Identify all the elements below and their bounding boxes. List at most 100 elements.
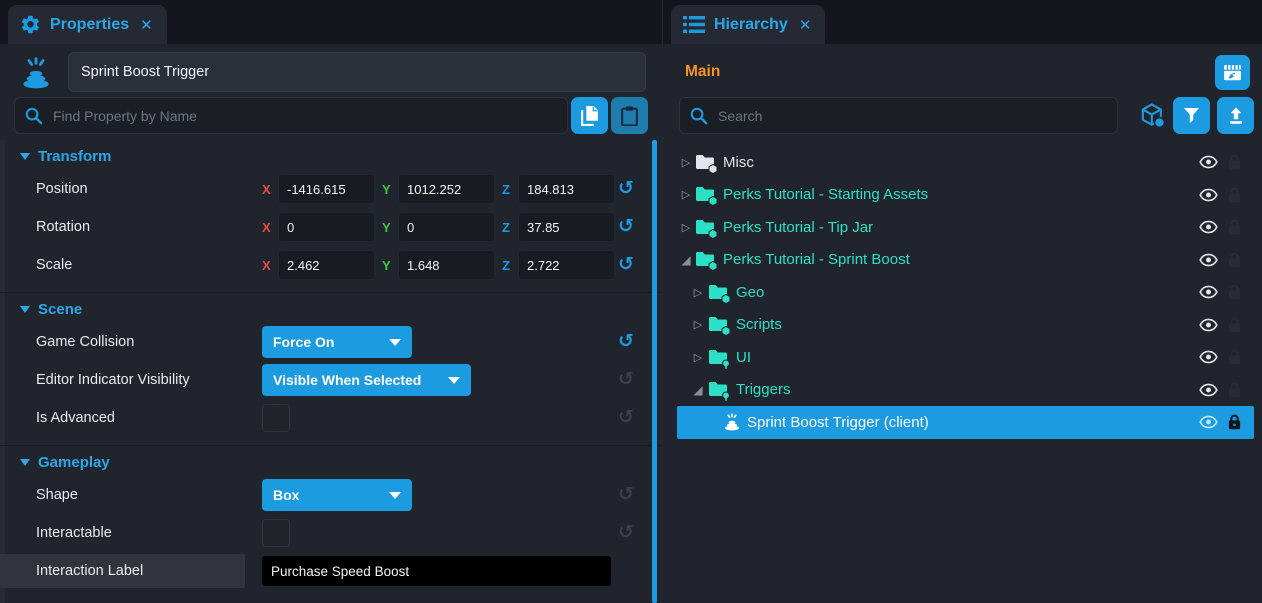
position-x-input[interactable] <box>278 174 375 204</box>
chevron-expanded-icon[interactable]: ◢ <box>680 253 692 267</box>
upload-button[interactable] <box>1217 97 1254 134</box>
position-y-input[interactable] <box>398 174 495 204</box>
chevron-right-icon[interactable]: ▷ <box>680 188 692 201</box>
copy-properties-button[interactable] <box>571 97 608 134</box>
property-row-game-collision: Game Collision Force On ↺ <box>0 323 662 361</box>
tree-item-geo[interactable]: ▷ Geo <box>677 276 1254 309</box>
reset-icon[interactable]: ↺ <box>618 408 634 427</box>
search-icon <box>24 106 43 125</box>
lock-locked-icon[interactable] <box>1228 414 1241 430</box>
tree-item-triggers[interactable]: ◢ Triggers <box>677 374 1254 407</box>
lock-icon[interactable] <box>1228 187 1241 203</box>
property-label: Editor Indicator Visibility <box>36 372 262 388</box>
rotation-z-input[interactable] <box>518 212 615 242</box>
pin-badge-icon <box>721 359 731 369</box>
cube-badge-icon <box>708 164 718 174</box>
find-property-input[interactable] <box>14 97 568 134</box>
section-gameplay-header[interactable]: Gameplay <box>0 448 662 476</box>
reset-icon[interactable]: ↺ <box>618 523 634 542</box>
dropdown-value: Visible When Selected <box>273 372 421 388</box>
eye-icon[interactable] <box>1199 383 1218 397</box>
tree-item-sprint-boost-trigger-client[interactable]: Sprint Boost Trigger (client) <box>677 406 1254 439</box>
reset-icon[interactable]: ↺ <box>618 485 634 504</box>
eye-icon[interactable] <box>1199 220 1218 234</box>
cube-badge-icon <box>708 261 718 271</box>
lock-icon[interactable] <box>1228 349 1241 365</box>
scene-name-label: Main <box>685 63 720 81</box>
filter-icon <box>1183 107 1200 124</box>
section-transform-header[interactable]: Transform <box>0 142 662 170</box>
eye-icon[interactable] <box>1199 253 1218 267</box>
chevron-right-icon[interactable]: ▷ <box>680 156 692 169</box>
property-label: Interaction Label <box>36 563 262 579</box>
axis-z-label: Z <box>502 258 518 273</box>
eye-icon[interactable] <box>1199 285 1218 299</box>
chevron-right-icon[interactable]: ▷ <box>692 318 704 331</box>
rotation-x-input[interactable] <box>278 212 375 242</box>
scale-z-input[interactable] <box>518 250 615 280</box>
game-collision-dropdown[interactable]: Force On <box>262 326 412 358</box>
tab-hierarchy[interactable]: Hierarchy ✕ <box>671 5 825 44</box>
property-row-scale: Scale X Y Z ↺ <box>0 246 662 284</box>
upload-icon <box>1227 107 1245 125</box>
editor-indicator-visibility-dropdown[interactable]: Visible When Selected <box>262 364 471 396</box>
eye-icon[interactable] <box>1199 155 1218 169</box>
filter-button[interactable] <box>1173 97 1210 134</box>
lock-icon[interactable] <box>1228 284 1241 300</box>
clipboard-icon <box>621 106 638 126</box>
object-name-input[interactable] <box>68 52 646 92</box>
chevron-right-icon[interactable]: ▷ <box>680 221 692 234</box>
tree-item-perks-tip-jar[interactable]: ▷ Perks Tutorial - Tip Jar <box>677 211 1254 244</box>
tree-item-perks-sprint-boost[interactable]: ◢ Perks Tutorial - Sprint Boost <box>677 244 1254 277</box>
hierarchy-search-input[interactable] <box>679 97 1118 134</box>
tree-item-scripts[interactable]: ▷ Scripts <box>677 309 1254 342</box>
close-icon[interactable]: ✕ <box>140 16 153 34</box>
axis-x-label: X <box>262 220 278 235</box>
property-label: Interactable <box>36 525 262 541</box>
is-advanced-checkbox[interactable] <box>262 404 290 432</box>
scale-y-input[interactable] <box>398 250 495 280</box>
section-gameplay: Gameplay Shape Box ↺ Interactable ↺ <box>0 445 662 590</box>
chevron-right-icon[interactable]: ▷ <box>692 351 704 364</box>
tab-properties[interactable]: Properties ✕ <box>8 5 167 44</box>
tree-item-label: Sprint Boost Trigger (client) <box>677 414 929 431</box>
lock-icon[interactable] <box>1228 154 1241 170</box>
interactable-checkbox[interactable] <box>262 519 290 547</box>
tree-item-perks-starting-assets[interactable]: ▷ Perks Tutorial - Starting Assets <box>677 179 1254 212</box>
scrollbar[interactable] <box>652 140 657 603</box>
reset-icon[interactable]: ↺ <box>618 370 634 389</box>
rotation-y-input[interactable] <box>398 212 495 242</box>
shape-dropdown[interactable]: Box <box>262 479 412 511</box>
networked-cube-icon[interactable] <box>1140 103 1166 129</box>
lock-icon[interactable] <box>1228 252 1241 268</box>
reset-icon[interactable]: ↺ <box>618 179 634 198</box>
scale-x-input[interactable] <box>278 250 375 280</box>
eye-icon[interactable] <box>1199 318 1218 332</box>
eye-icon[interactable] <box>1199 350 1218 364</box>
chevron-expanded-icon[interactable]: ◢ <box>692 383 704 397</box>
close-icon[interactable]: ✕ <box>799 16 812 34</box>
axis-y-label: Y <box>382 258 398 273</box>
reset-icon[interactable]: ↺ <box>618 255 634 274</box>
eye-icon[interactable] <box>1199 188 1218 202</box>
reset-icon[interactable]: ↺ <box>618 332 634 351</box>
tree-item-ui[interactable]: ▷ UI <box>677 341 1254 374</box>
eye-icon[interactable] <box>1199 415 1218 429</box>
paste-properties-button[interactable] <box>611 97 648 134</box>
interaction-label-input[interactable] <box>262 556 611 586</box>
position-z-input[interactable] <box>518 174 615 204</box>
lock-icon[interactable] <box>1228 382 1241 398</box>
trigger-icon <box>16 53 56 93</box>
reset-icon[interactable]: ↺ <box>618 217 634 236</box>
folder-icon <box>695 186 715 203</box>
lock-icon[interactable] <box>1228 317 1241 333</box>
chevron-down-icon <box>389 492 401 499</box>
tree-item-misc[interactable]: ▷ Misc <box>677 146 1254 179</box>
hierarchy-icon <box>683 15 705 34</box>
chevron-right-icon[interactable]: ▷ <box>692 286 704 299</box>
cube-badge-icon <box>708 229 718 239</box>
scene-preview-button[interactable] <box>1215 55 1250 90</box>
lock-icon[interactable] <box>1228 219 1241 235</box>
section-scene-header[interactable]: Scene <box>0 295 662 323</box>
folder-icon <box>708 381 728 398</box>
